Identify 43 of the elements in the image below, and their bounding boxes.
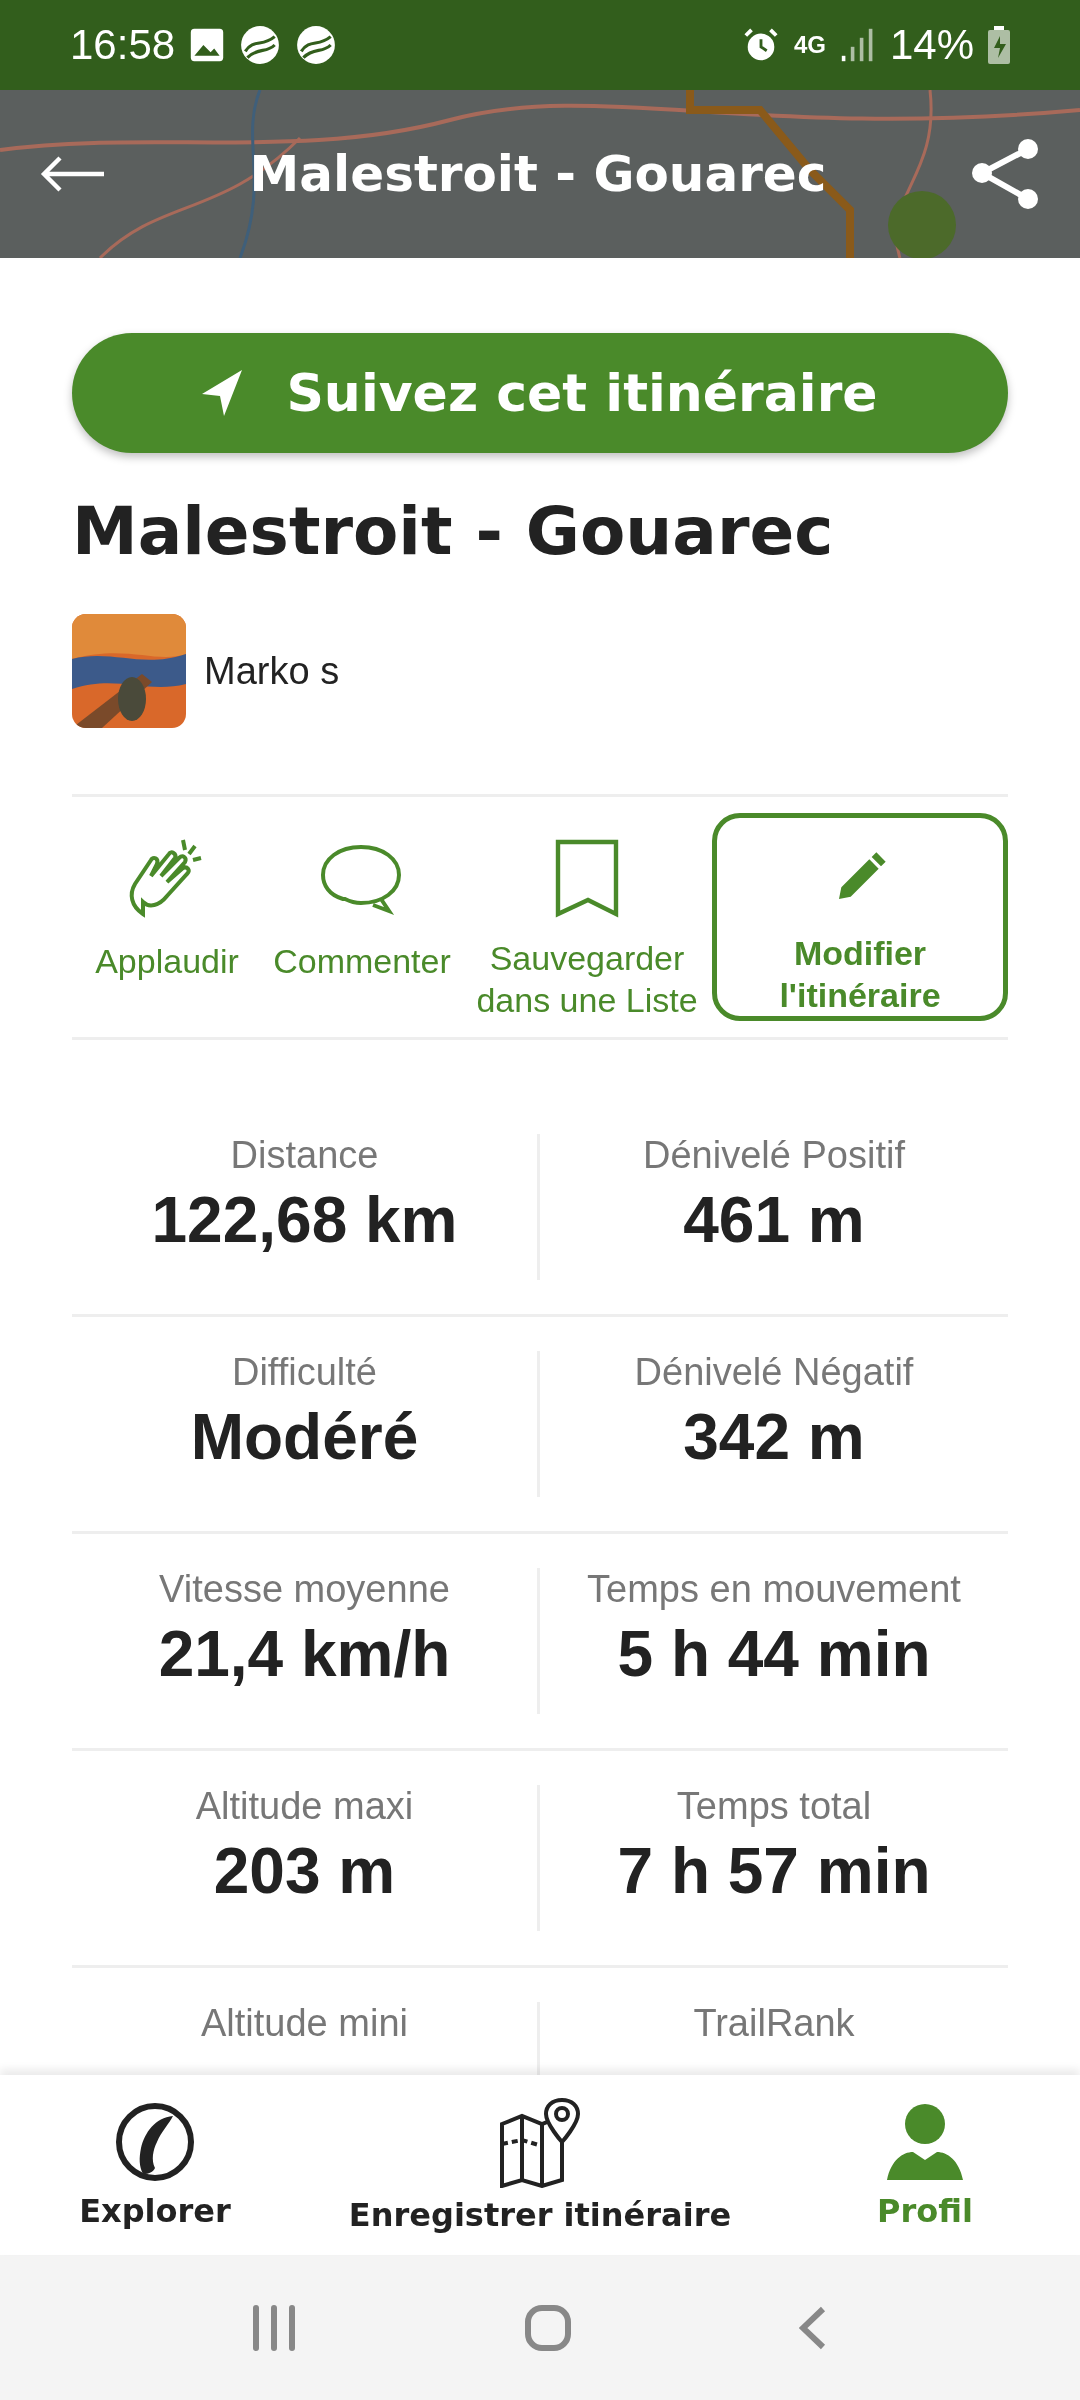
stat-label: Dénivelé Négatif — [634, 1351, 914, 1394]
nav-tab[interactable]: Profil — [770, 2075, 1080, 2255]
battery-level: 14% — [889, 21, 974, 69]
header-title: Malestroit - Gouarec — [248, 145, 828, 203]
app-logo-icon — [295, 24, 338, 66]
route-title: Malestroit - Gouarec — [72, 493, 835, 570]
stat-label: Altitude maxi — [195, 1785, 414, 1828]
home-button[interactable] — [524, 2303, 572, 2352]
stat-label: Vitesse moyenne — [159, 1568, 450, 1611]
stat-label: Altitude mini — [201, 2002, 408, 2045]
stat-label: Difficulté — [232, 1351, 377, 1394]
gallery-icon — [189, 27, 226, 63]
stat-label: Temps total — [676, 1785, 872, 1828]
network-type: 4G — [793, 33, 826, 57]
app-logo-icon — [239, 24, 282, 66]
stat-value: Modéré — [190, 1400, 419, 1474]
back-nav-button[interactable] — [798, 2304, 827, 2351]
author-name[interactable]: Marko s — [204, 649, 340, 693]
stat-label: Temps en mouvement — [587, 1568, 961, 1611]
action-button[interactable]: Sauvegarder dans une Liste — [462, 813, 712, 1021]
stat-label: Distance — [230, 1134, 379, 1177]
nav-tab[interactable]: Enregistrer itinéraire — [310, 2075, 770, 2255]
nav-tab[interactable]: Explorer — [0, 2075, 310, 2255]
recent-apps-button[interactable] — [253, 2304, 298, 2351]
back-button[interactable] — [40, 154, 106, 194]
action-button[interactable]: Modifier l'itinéraire — [712, 813, 1008, 1021]
stat-value: 21,4 km/h — [158, 1617, 451, 1691]
share-button[interactable] — [970, 137, 1040, 211]
stat-label: TrailRank — [693, 2002, 855, 2045]
stat-value: 7 h 57 min — [617, 1834, 931, 1908]
stat-value: 342 m — [683, 1400, 865, 1474]
action-button[interactable]: Commenter — [262, 813, 462, 1021]
stat-value: 122,68 km — [151, 1183, 458, 1257]
stat-label: Dénivelé Positif — [643, 1134, 905, 1177]
action-button[interactable]: Applaudir — [72, 813, 262, 1021]
stat-value: 461 m — [683, 1183, 865, 1257]
compass-logo-icon — [113, 2100, 197, 2184]
status-time: 16:58 — [70, 21, 176, 69]
navigation-arrow-icon — [202, 370, 243, 416]
follow-route-button[interactable]: Suivez cet itinéraire — [72, 333, 1008, 453]
stat-value: 203 m — [213, 1834, 396, 1908]
stat-value: 5 h 44 min — [617, 1617, 931, 1691]
battery-charging-icon — [988, 26, 1010, 64]
